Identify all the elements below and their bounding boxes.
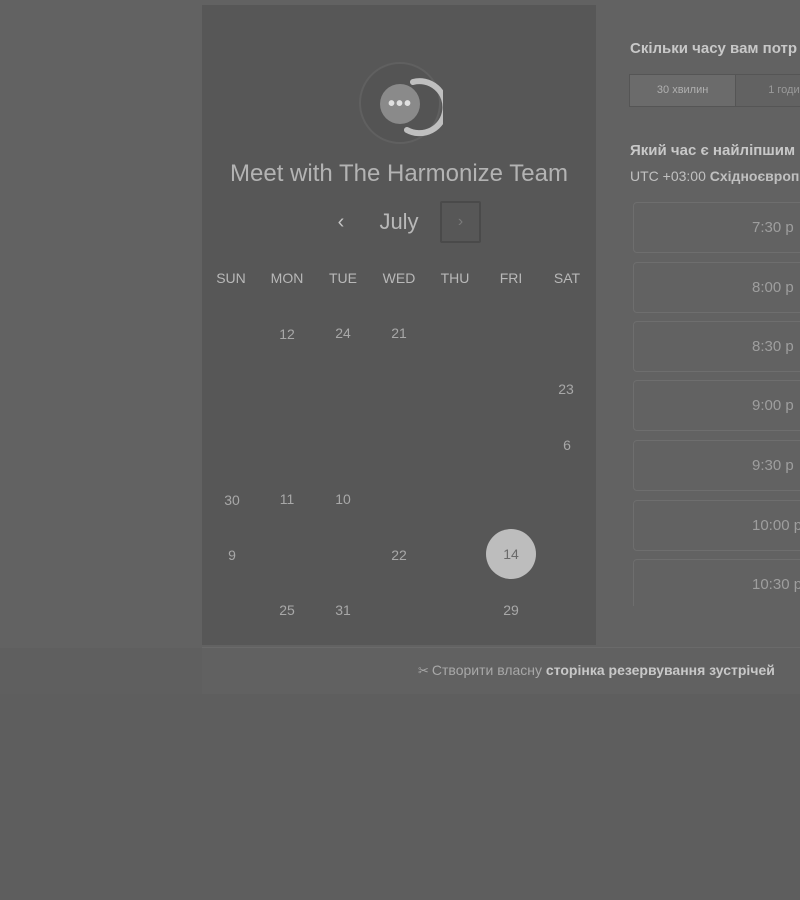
month-label: July <box>379 209 419 234</box>
widget-footer: ✂ Створити власну сторінка резервування з… <box>202 647 800 694</box>
calendar-day[interactable]: 12 <box>262 309 312 359</box>
footer-link-text[interactable]: сторінка резервування зустрічей <box>546 662 775 678</box>
month-navigation: ‹ July › <box>202 201 596 243</box>
calendar-day[interactable]: 29 <box>486 585 536 635</box>
time-slot[interactable]: 8:30 p <box>633 321 800 372</box>
weekday-wed: WED <box>382 270 416 286</box>
time-slot[interactable]: 10:30 p <box>633 559 800 606</box>
footer-prefix: Створити власну <box>431 662 543 678</box>
scissors-icon: ✂ <box>418 663 429 678</box>
weekday-sun: SUN <box>216 270 246 286</box>
team-logo: ••• <box>359 62 443 144</box>
time-slot[interactable]: 10:00 p <box>633 500 800 551</box>
time-slot[interactable]: 9:00 p <box>633 380 800 431</box>
time-slot[interactable]: 8:00 p <box>633 262 800 313</box>
calendar-day[interactable]: 9 <box>207 530 257 580</box>
calendar-day[interactable]: 21 <box>374 308 424 358</box>
calendar-day[interactable]: 25 <box>262 585 312 635</box>
time-slot-list: 7:30 p 8:00 p 8:30 p 9:00 p 9:30 p 10:00… <box>633 202 800 606</box>
timezone-selector[interactable]: UTC +03:00 Східноєвроп <box>630 168 800 184</box>
timezone-name: Східноєвроп <box>709 168 800 184</box>
calendar-day-selected[interactable]: 14 <box>486 529 536 579</box>
duration-question: Скільки часу вам потр <box>630 40 798 57</box>
calendar-day[interactable]: 22 <box>374 530 424 580</box>
weekday-sat: SAT <box>553 270 581 286</box>
calendar-day[interactable]: 24 <box>318 308 368 358</box>
duration-tab-30[interactable]: 30 хвилин <box>630 75 737 106</box>
calendar-day[interactable]: 10 <box>318 474 368 524</box>
timezone-offset: UTC +03:00 <box>630 168 706 184</box>
next-month-button[interactable]: › <box>440 201 481 243</box>
duration-tabs: 30 хвилин 1 годи <box>629 74 800 107</box>
calendar-day[interactable]: 23 <box>541 364 591 414</box>
time-slot[interactable]: 9:30 p <box>633 440 800 491</box>
calendar-day[interactable]: 6 <box>542 420 592 470</box>
weekday-fri: FRI <box>499 270 523 286</box>
time-slot[interactable]: 7:30 p <box>633 202 800 253</box>
calendar-day[interactable]: 11 <box>262 474 312 524</box>
duration-tab-60[interactable]: 1 годи <box>736 75 800 106</box>
chat-dots-icon: ••• <box>380 84 420 124</box>
weekday-tue: TUE <box>329 270 357 286</box>
calendar-day[interactable]: 30 <box>207 475 257 525</box>
calendar-day[interactable]: 31 <box>318 585 368 635</box>
calendar-title: Meet with The Harmonize Team <box>230 160 568 187</box>
page-backdrop-lower <box>0 694 800 900</box>
prev-month-button[interactable]: ‹ <box>330 209 352 235</box>
time-question: Який час є найліпшим <box>630 142 796 159</box>
weekday-thu: THU <box>440 270 470 286</box>
weekday-mon: MON <box>270 270 304 286</box>
footer-link[interactable]: ✂ Створити власну сторінка резервування з… <box>418 662 800 679</box>
